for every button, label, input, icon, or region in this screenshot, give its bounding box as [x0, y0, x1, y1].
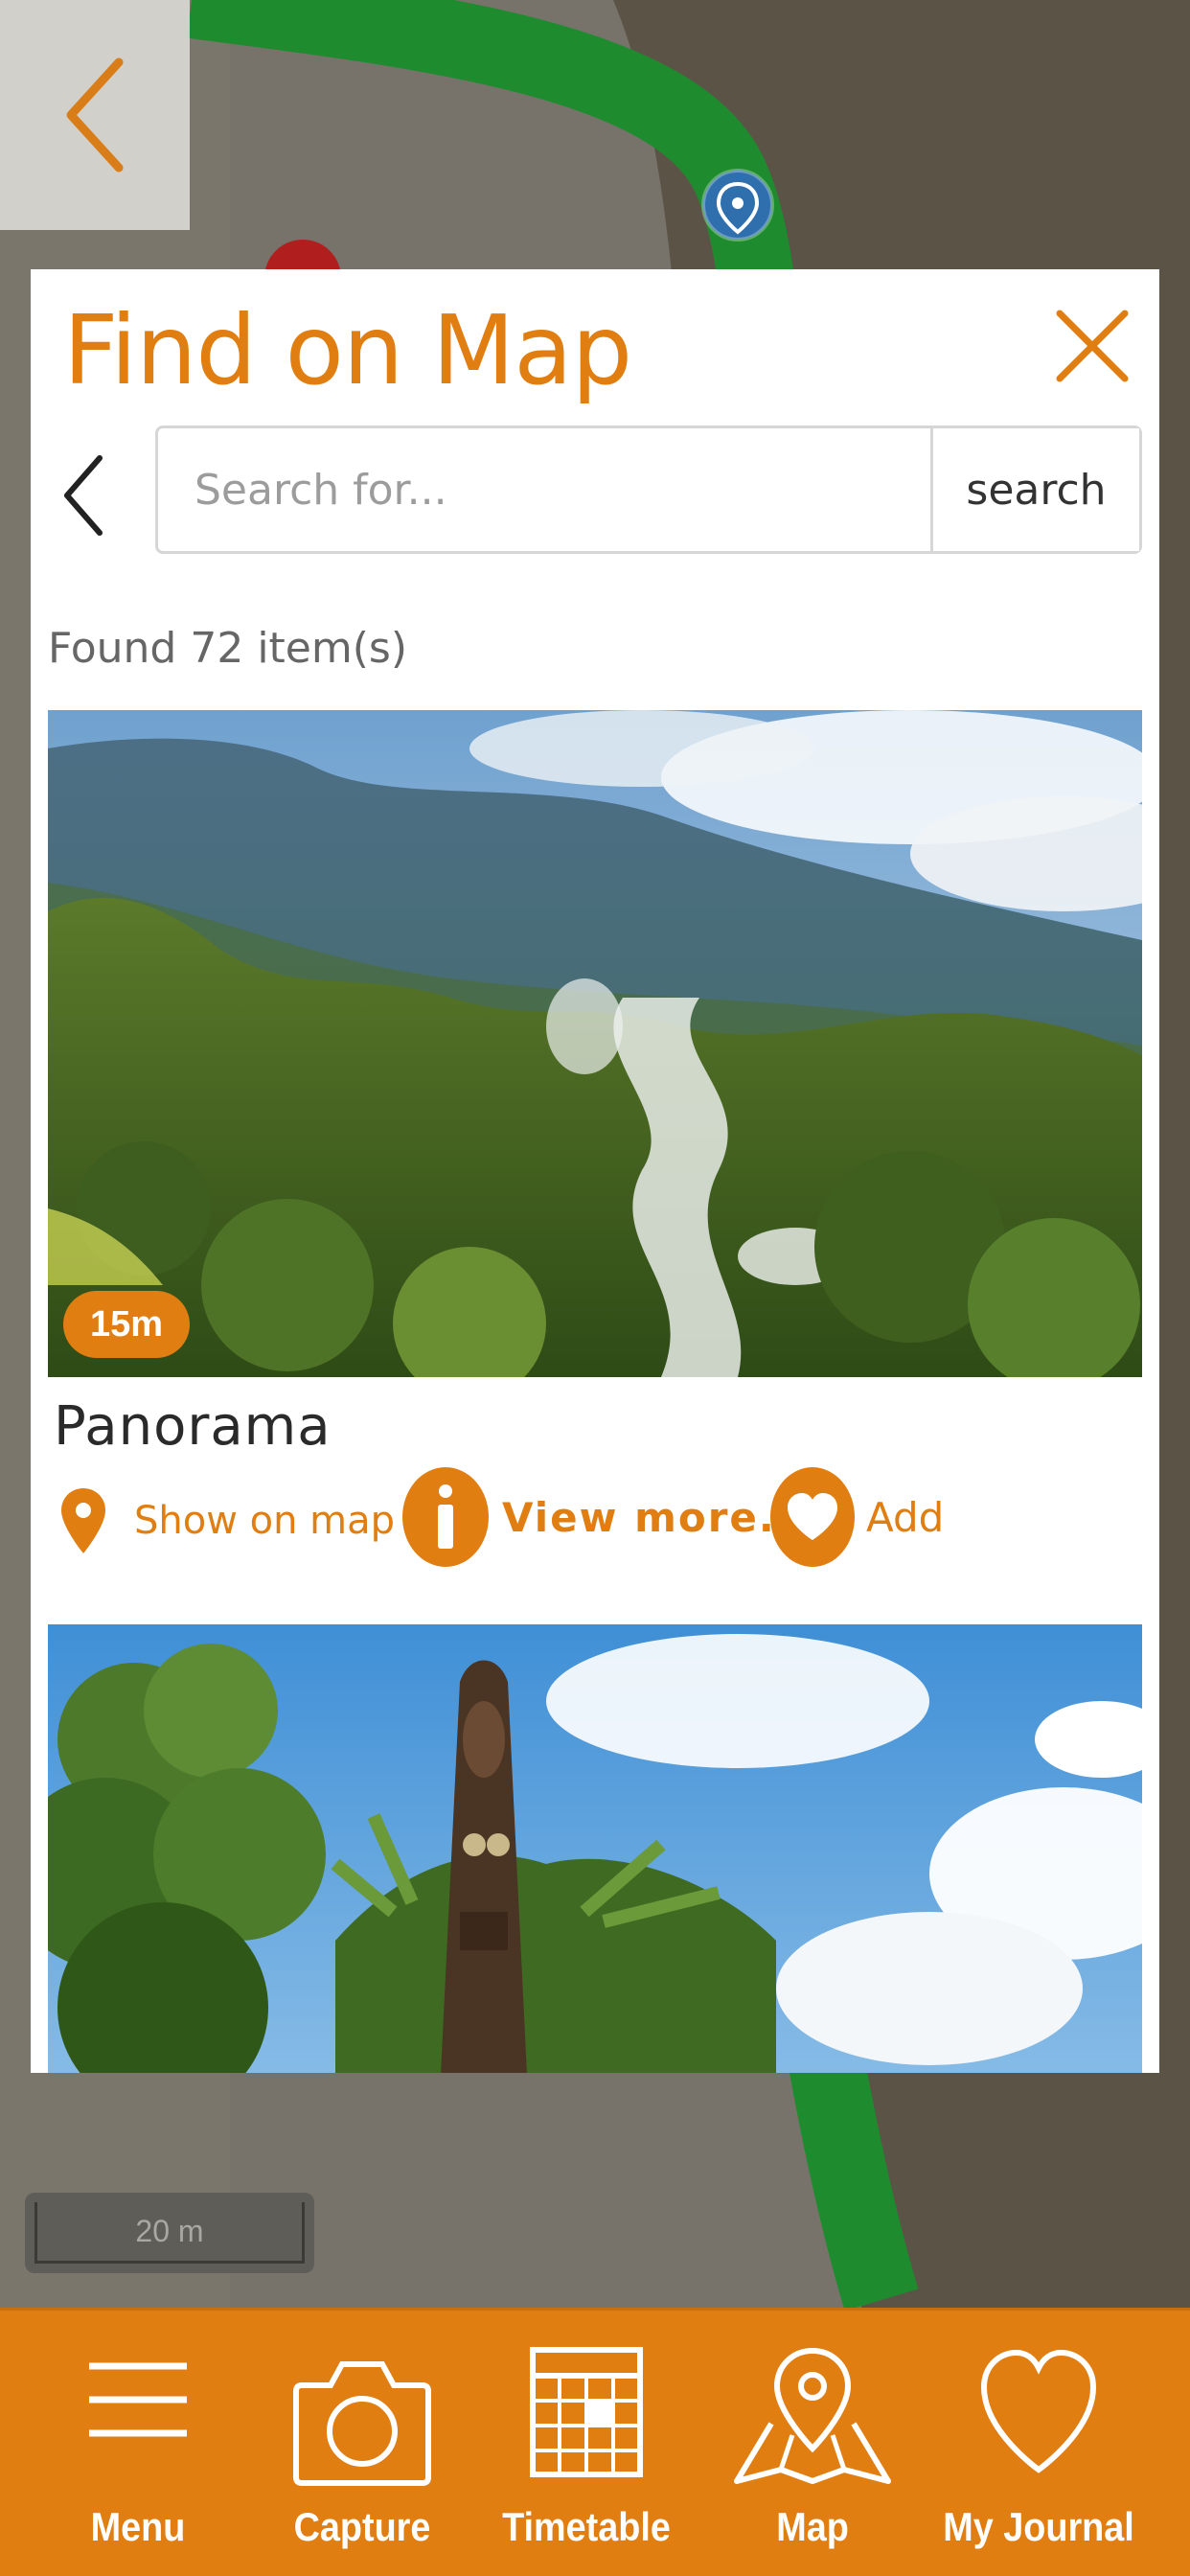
search-button[interactable]: search	[930, 428, 1139, 551]
search-input[interactable]	[158, 428, 930, 551]
close-button[interactable]	[1050, 304, 1134, 388]
add-to-journal-button[interactable]: Add	[770, 1467, 944, 1567]
find-on-map-dialog: Find on Map search Found 72 item(s)	[31, 269, 1159, 2073]
add-label: Add	[866, 1493, 945, 1541]
distance-badge: 15m	[63, 1291, 190, 1358]
nav-label-capture: Capture	[293, 2504, 431, 2549]
nav-item-timetable[interactable]: Timetable	[471, 2311, 701, 2576]
result-image[interactable]	[48, 710, 1142, 1377]
nav-item-map[interactable]: Map	[698, 2311, 927, 2576]
view-more-label: View more...	[502, 1493, 811, 1541]
nav-label-timetable: Timetable	[502, 2504, 671, 2549]
show-on-map-label: Show on map	[134, 1499, 396, 1543]
bottom-nav: Menu Capture Timetable Map My Journal	[0, 2308, 1190, 2576]
scale-label: 20 m	[34, 2202, 305, 2264]
heart-icon	[770, 1467, 855, 1567]
search-box: search	[155, 426, 1142, 554]
search-back-button[interactable]	[50, 448, 117, 543]
show-on-map-button[interactable]: Show on map	[59, 1486, 395, 1555]
chevron-left-icon	[64, 455, 103, 536]
result-title: Panorama	[54, 1395, 332, 1458]
nav-label-menu: Menu	[90, 2504, 186, 2549]
results-count: Found 72 item(s)	[48, 624, 407, 673]
nav-item-my-journal[interactable]: My Journal	[924, 2311, 1154, 2576]
chevron-left-icon	[66, 58, 124, 172]
nav-item-capture[interactable]: Capture	[247, 2311, 477, 2576]
map-pin-icon	[61, 1488, 105, 1553]
view-more-button[interactable]: View more...	[402, 1467, 811, 1567]
map-icon	[734, 2347, 891, 2484]
map-back-button[interactable]	[0, 0, 190, 230]
heart-icon	[980, 2349, 1097, 2473]
camera-icon	[293, 2361, 431, 2486]
panorama-photo	[48, 710, 1142, 1377]
nav-item-menu[interactable]: Menu	[23, 2311, 253, 2576]
map-scale-bar: 20 m	[25, 2193, 314, 2273]
close-icon	[1056, 310, 1129, 382]
calendar-icon	[530, 2347, 643, 2477]
nav-label-map: Map	[776, 2504, 849, 2549]
carving-photo	[48, 1624, 1142, 2073]
info-icon	[402, 1467, 489, 1567]
dialog-title: Find on Map	[63, 294, 632, 406]
result-actions: Show on map View more... Add	[31, 1467, 1159, 1582]
nav-label-my-journal: My Journal	[943, 2504, 1134, 2549]
menu-icon	[89, 2362, 187, 2437]
result-image[interactable]	[48, 1624, 1142, 2073]
